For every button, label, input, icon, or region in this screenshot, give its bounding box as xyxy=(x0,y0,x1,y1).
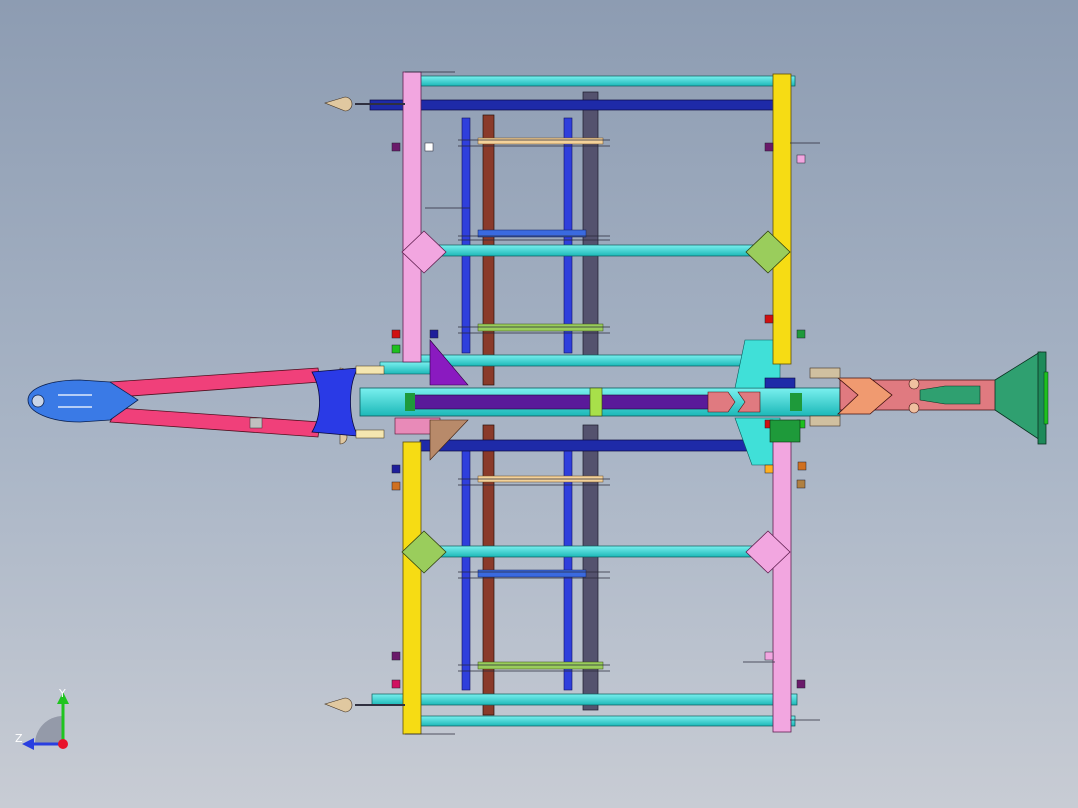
triad-origin xyxy=(58,739,68,749)
bolt xyxy=(764,314,774,324)
bolt xyxy=(796,679,806,689)
bolt xyxy=(764,464,774,474)
bolt xyxy=(764,651,774,661)
coupling-green-box xyxy=(769,419,801,443)
drawbar-bracket xyxy=(249,417,263,429)
drawbar-arm-upper xyxy=(109,367,321,398)
drawbar-pin-top xyxy=(355,365,385,375)
z-axis-arrow-icon xyxy=(22,738,34,750)
coupling-flare xyxy=(994,351,1041,441)
bottom-cross-cyan-a xyxy=(371,693,798,706)
spine-green-block-left xyxy=(405,393,415,411)
orientation-triad[interactable]: Y Z xyxy=(12,686,82,756)
coupling-slot xyxy=(919,385,981,405)
drawbar-saddle xyxy=(311,367,359,437)
lift-eye-top xyxy=(324,96,353,112)
spine-green-block-right xyxy=(790,393,802,411)
cad-viewport[interactable]: Y Z xyxy=(0,0,1078,808)
bolt xyxy=(796,479,806,489)
yellow-beam-bottom-left xyxy=(402,441,422,735)
rung-olive-top xyxy=(477,323,604,332)
drawbar xyxy=(27,365,385,439)
drawbar-pin-bottom xyxy=(355,429,385,439)
z-axis-label: Z xyxy=(15,732,23,745)
hitch-eye-hole xyxy=(31,394,45,408)
bolt xyxy=(796,329,806,339)
bolt xyxy=(391,651,401,661)
bolt xyxy=(391,481,401,491)
coupling-pin xyxy=(908,378,920,390)
rung-blue-bottom xyxy=(477,569,587,578)
bolt xyxy=(391,142,401,152)
bolt xyxy=(391,344,401,354)
bolt xyxy=(797,461,807,471)
bolt xyxy=(764,142,774,152)
top-cross-cyan xyxy=(404,75,796,87)
rung-peach-top xyxy=(477,137,604,145)
spine-purple-bar xyxy=(409,394,721,410)
drawbar-arm-lower xyxy=(109,407,321,438)
upper-mid-cross xyxy=(419,244,781,257)
top-cross-navy xyxy=(369,99,791,111)
lift-eye-bottom xyxy=(324,697,353,713)
upper-center-cross xyxy=(419,354,781,367)
trailer-frame-assembly[interactable] xyxy=(0,0,1078,808)
coupling-navy-box xyxy=(764,377,796,389)
coupling-lug xyxy=(809,367,841,379)
navy-rod-a-bottom xyxy=(461,449,471,691)
bolt xyxy=(391,464,401,474)
yellow-beam-top-right xyxy=(772,73,792,365)
coupling-pin-2 xyxy=(908,402,920,414)
coupling-lug-2 xyxy=(809,415,841,427)
bolt xyxy=(391,679,401,689)
spine-green-collar xyxy=(589,387,603,417)
bolt xyxy=(796,154,806,164)
pink-beam-top-left xyxy=(402,71,422,363)
bottom-cross-cyan-b xyxy=(404,715,796,727)
coupling-end-cap xyxy=(1043,371,1049,425)
lower-center-cross xyxy=(419,439,781,452)
rung-olive-bottom xyxy=(477,661,604,670)
slate-rail-top xyxy=(582,91,599,358)
lower-mid-cross xyxy=(419,545,781,558)
bolt xyxy=(429,329,439,339)
pink-beam-bottom-right xyxy=(772,439,792,733)
y-axis-label: Y xyxy=(58,687,66,700)
bolt xyxy=(424,142,434,152)
triad-quadrant xyxy=(35,716,63,744)
navy-rod-a-top xyxy=(461,117,471,354)
bolt xyxy=(391,329,401,339)
